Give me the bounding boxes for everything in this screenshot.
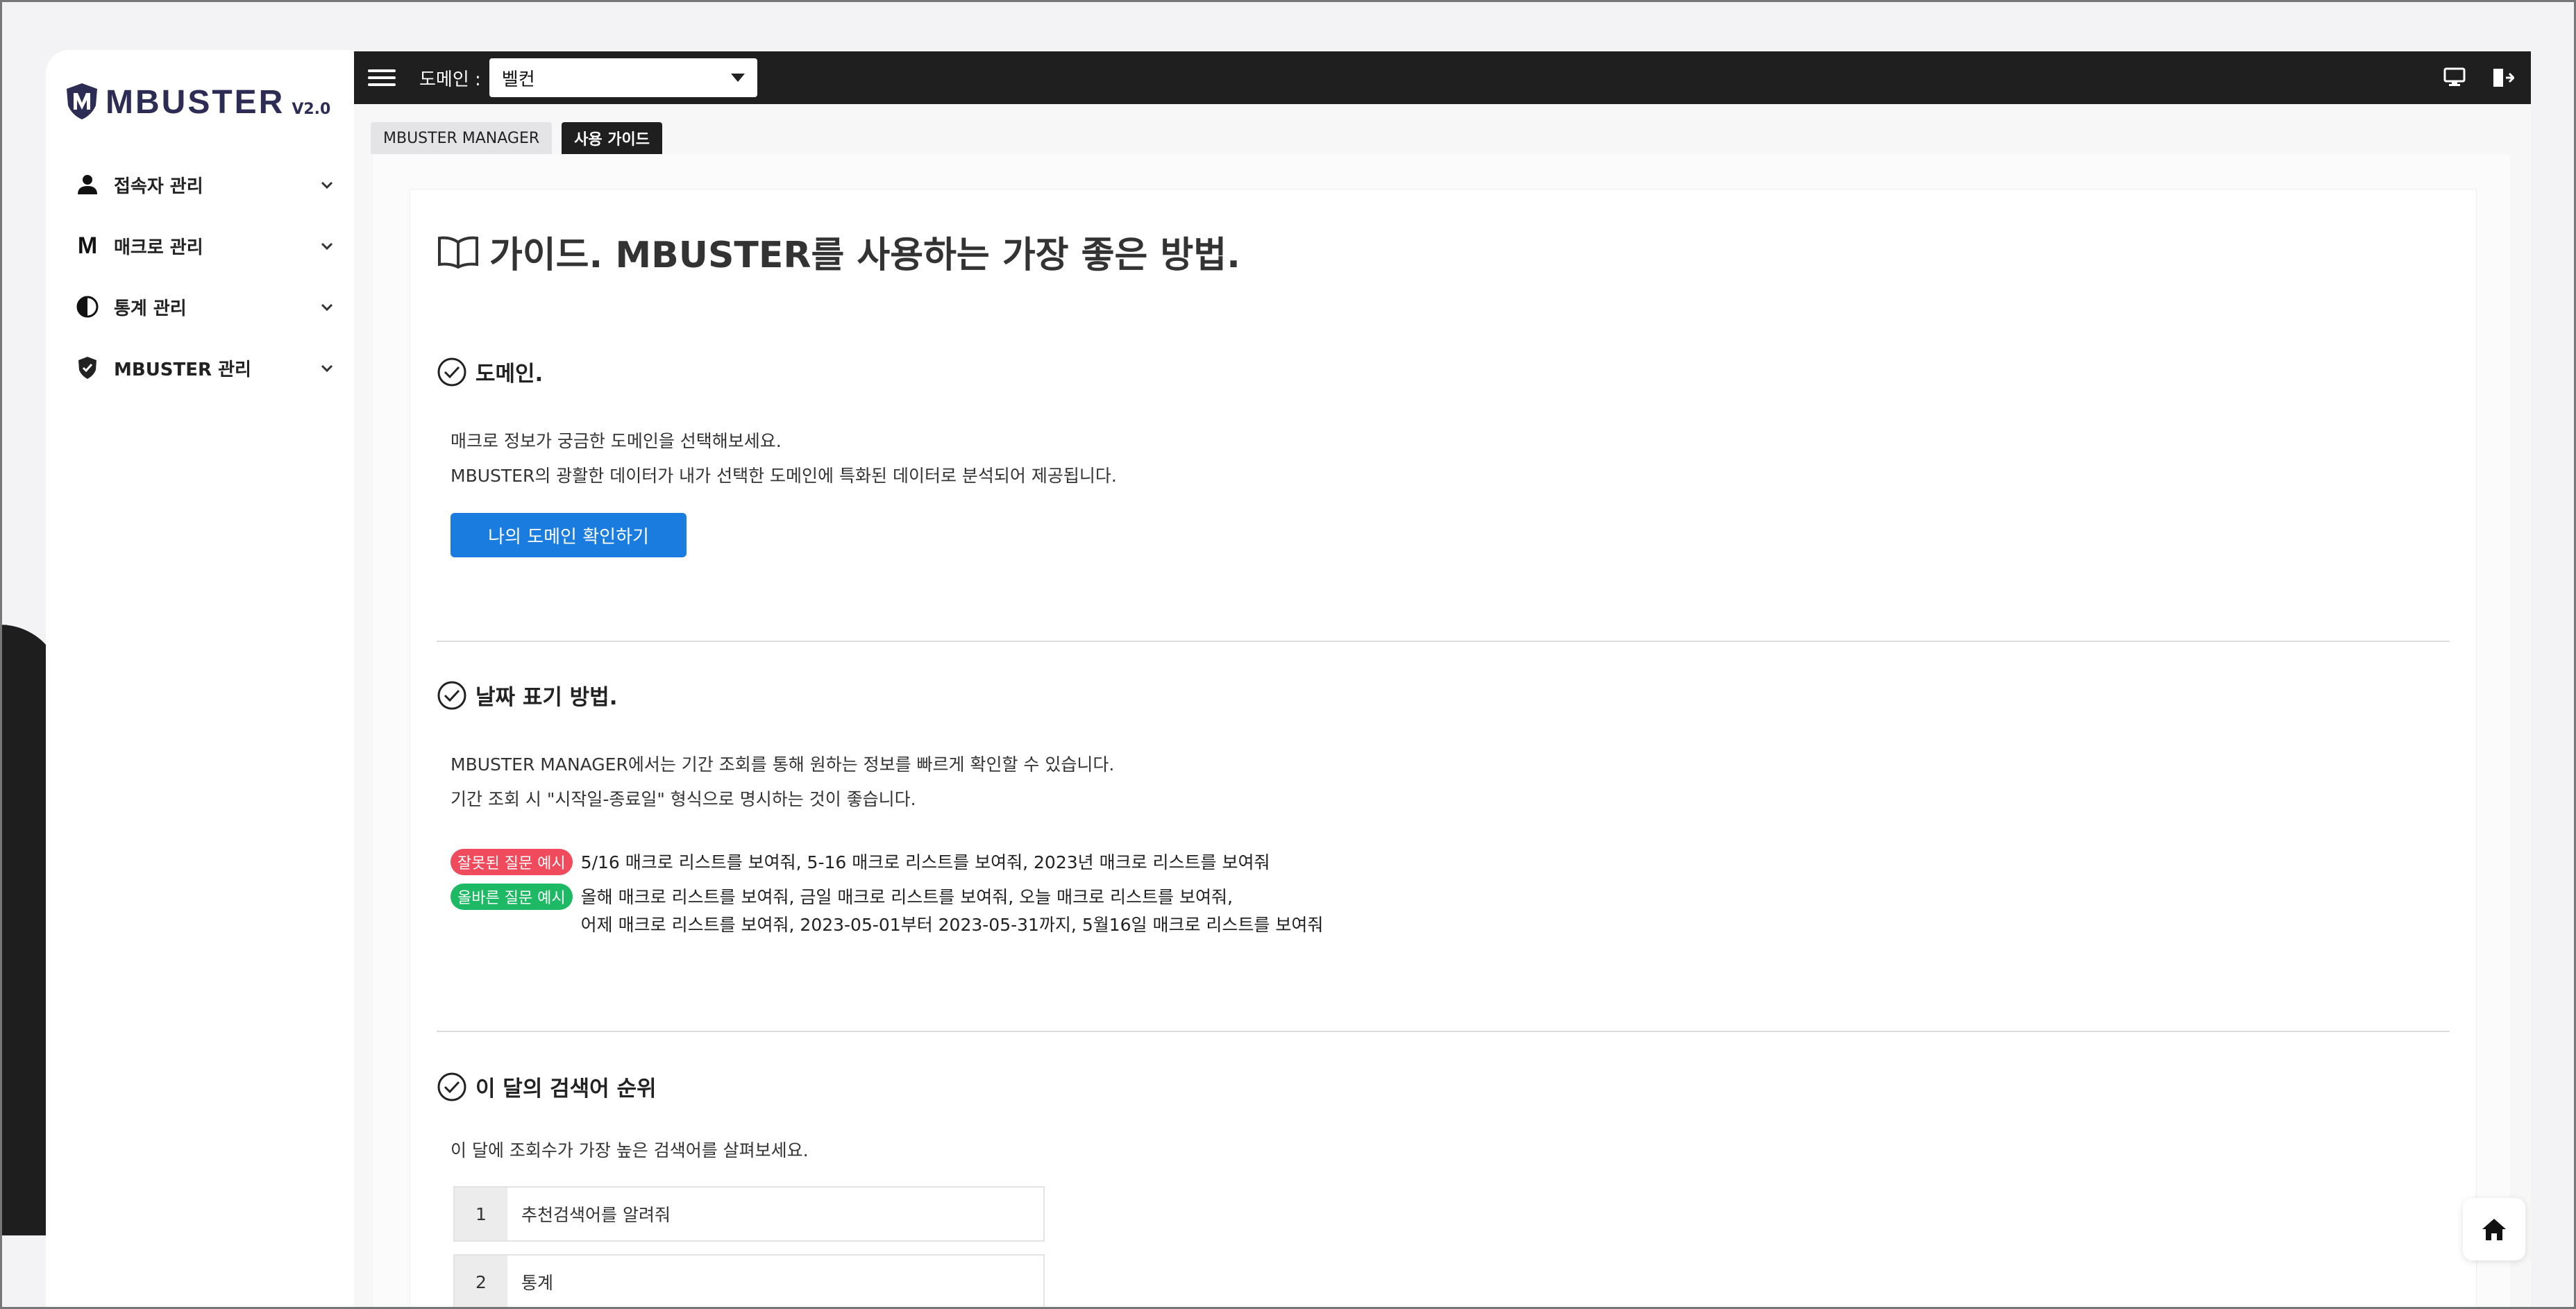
bad-example-text: 5/16 매크로 리스트를 보여줘, 5-16 매크로 리스트를 보여줘, 20… — [580, 852, 1270, 872]
sidebar: MBUSTER V2.0 접속자 관리 M 매크로 관리 통계 관리 MBUST… — [46, 50, 354, 1309]
tab-mbuster-manager[interactable]: MBUSTER MANAGER — [371, 122, 553, 154]
tab-bar: MBUSTER MANAGER 사용 가이드 — [371, 122, 663, 154]
domain-select[interactable]: 벨컨 — [489, 58, 757, 97]
caret-down-icon — [730, 74, 745, 82]
menu-toggle-icon[interactable] — [368, 69, 396, 86]
sidebar-item-label: 매크로 관리 — [114, 237, 203, 258]
sidebar-item-statistics[interactable]: 통계 관리 — [74, 276, 337, 337]
good-example-badge: 올바른 질문 예시 — [451, 884, 573, 910]
rank-term: 추천검색어를 알려줘 — [521, 1205, 671, 1225]
tab-user-guide[interactable]: 사용 가이드 — [562, 122, 663, 154]
table-row[interactable]: 1 추천검색어를 알려줘 — [453, 1186, 1045, 1242]
brand-name: MBUSTER — [106, 84, 285, 121]
domain-description-2: MBUSTER의 광활한 데이터가 내가 선택한 도메인에 특화된 데이터로 분… — [451, 466, 1117, 486]
rank-term: 통계 — [521, 1273, 554, 1293]
sidebar-item-visitors[interactable]: 접속자 관리 — [74, 154, 337, 215]
page-title: 가이드. MBUSTER를 사용하는 가장 좋은 방법. — [437, 226, 1240, 278]
home-icon — [2482, 1219, 2506, 1240]
sidebar-menu: 접속자 관리 M 매크로 관리 통계 관리 MBUSTER 관리 — [74, 154, 337, 398]
section-heading-text: 날짜 표기 방법. — [475, 685, 618, 710]
monitor-icon[interactable] — [2443, 67, 2466, 88]
domain-description-1: 매크로 정보가 궁금한 도메인을 선택해보세요. — [451, 431, 782, 451]
chevron-down-icon — [317, 297, 337, 316]
guide-card: 가이드. MBUSTER를 사용하는 가장 좋은 방법. 도메인. 매크로 정보… — [410, 189, 2477, 1309]
brand-logo[interactable]: MBUSTER V2.0 — [64, 82, 330, 121]
sidebar-item-label: MBUSTER 관리 — [114, 359, 251, 380]
page-title-text: 가이드. MBUSTER를 사용하는 가장 좋은 방법. — [489, 235, 1240, 276]
section-divider — [437, 1031, 2450, 1032]
section-heading-text: 이 달의 검색어 순위 — [475, 1076, 657, 1101]
check-circle-icon — [437, 357, 466, 386]
sidebar-item-macros[interactable]: M 매크로 관리 — [74, 215, 337, 276]
user-icon — [74, 171, 101, 199]
section-heading-domain: 도메인. — [437, 356, 543, 387]
domain-select-value: 벨컨 — [501, 69, 535, 90]
good-example-text: 올해 매크로 리스트를 보여줘, 금일 매크로 리스트를 보여줘, 오늘 매크로… — [581, 884, 1324, 939]
domain-label: 도메인 : — [419, 69, 481, 90]
shield-logo-icon — [67, 83, 97, 119]
rank-number: 1 — [455, 1188, 507, 1240]
home-button[interactable] — [2463, 1198, 2525, 1260]
check-circle-icon — [437, 681, 466, 709]
brand-version: V2.0 — [292, 101, 331, 118]
pie-chart-icon — [74, 293, 101, 321]
top-bar-actions — [2443, 67, 2514, 88]
shield-check-icon — [74, 354, 101, 382]
section-heading-ranking: 이 달의 검색어 순위 — [437, 1071, 657, 1102]
date-description-1: MBUSTER MANAGER에서는 기간 조회를 통해 원하는 정보를 빠르게… — [451, 754, 1115, 775]
bad-example-row: 잘못된 질문 예시 5/16 매크로 리스트를 보여줘, 5-16 매크로 리스… — [451, 849, 1270, 877]
logout-icon[interactable] — [2492, 67, 2514, 88]
sidebar-item-label: 접속자 관리 — [114, 176, 203, 197]
chevron-down-icon — [317, 358, 337, 378]
section-heading-text: 도메인. — [475, 362, 544, 387]
ranking-description: 이 달에 조회수가 가장 높은 검색어를 살펴보세요. — [451, 1140, 809, 1160]
sidebar-item-label: 통계 관리 — [114, 298, 187, 319]
check-circle-icon — [437, 1072, 466, 1101]
rank-number: 2 — [455, 1256, 507, 1308]
section-heading-date: 날짜 표기 방법. — [437, 679, 617, 711]
table-row[interactable]: 2 통계 — [453, 1254, 1045, 1309]
top-bar: 도메인 : 벨컨 — [354, 51, 2531, 104]
search-ranking-table: 1 추천검색어를 알려줘 2 통계 — [453, 1186, 1045, 1309]
app-window: MBUSTER V2.0 접속자 관리 M 매크로 관리 통계 관리 MBUST… — [46, 50, 2531, 1309]
good-example-line-2: 어제 매크로 리스트를 보여줘, 2023-05-01부터 2023-05-31… — [580, 915, 1324, 935]
open-book-icon — [438, 236, 478, 269]
date-description-2: 기간 조회 시 "시작일-종료일" 형식으로 명시하는 것이 좋습니다. — [451, 789, 916, 809]
chevron-down-icon — [317, 236, 337, 255]
sidebar-item-mbuster-admin[interactable]: MBUSTER 관리 — [74, 337, 337, 398]
chevron-down-icon — [317, 175, 337, 194]
check-my-domain-button[interactable]: 나의 도메인 확인하기 — [451, 513, 687, 557]
good-example-line-1: 올해 매크로 리스트를 보여줘, 금일 매크로 리스트를 보여줘, 오늘 매크로… — [580, 887, 1233, 907]
good-example-row: 올바른 질문 예시 올해 매크로 리스트를 보여줘, 금일 매크로 리스트를 보… — [451, 884, 1323, 939]
section-divider — [437, 641, 2450, 642]
main-content: 가이드. MBUSTER를 사용하는 가장 좋은 방법. 도메인. 매크로 정보… — [373, 154, 2510, 1309]
bad-example-badge: 잘못된 질문 예시 — [451, 849, 573, 875]
m-letter-icon: M — [77, 232, 98, 259]
